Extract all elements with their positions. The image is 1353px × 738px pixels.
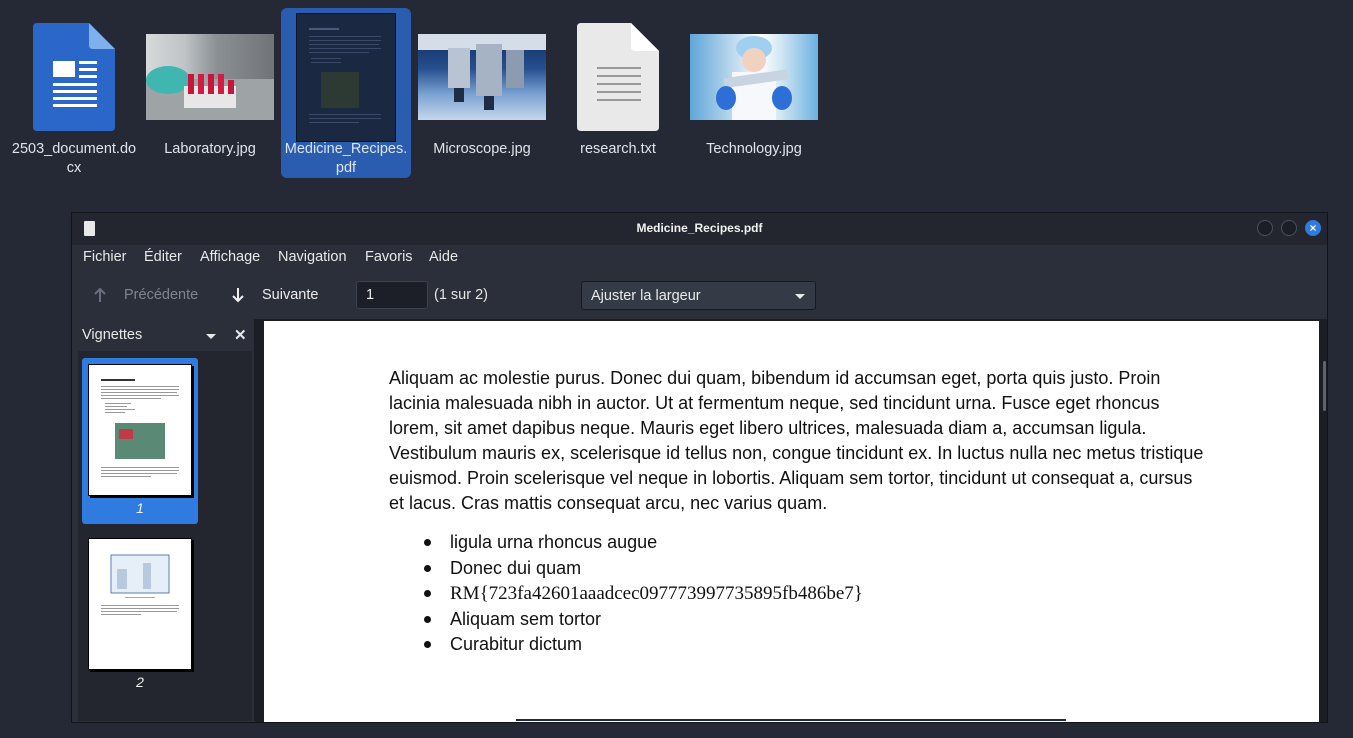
sidebar-mode-dropdown[interactable] (206, 334, 216, 339)
page-thumbnail-image (88, 364, 192, 496)
page-count: (1 sur 2) (434, 287, 488, 303)
desktop-file-label: 2503_document.do cx (11, 141, 137, 176)
sidebar-header: Vignettes ✕ (76, 319, 254, 351)
arrow-up-icon (94, 287, 106, 302)
menu-bar: Fichier Éditer Affichage Navigation Favo… (72, 245, 1327, 271)
title-bar[interactable]: Medicine_Recipes.pdf × (72, 213, 1327, 245)
toolbar: Précédente Suivante (1 sur 2) Ajuster la… (72, 271, 1327, 319)
technology-image-thumbnail (690, 34, 818, 120)
maximize-button[interactable] (1281, 220, 1297, 236)
desktop-file-label: Laboratory.jpg (164, 141, 256, 157)
next-page-label: Suivante (262, 287, 319, 303)
desktop-file-label: Medicine_Recipes. pdf (284, 141, 408, 176)
menu-navigation[interactable]: Navigation (278, 249, 347, 265)
microscope-image-thumbnail (418, 34, 546, 120)
page-number-input[interactable] (356, 281, 428, 309)
page-thumbnail-number: 1 (136, 500, 144, 516)
chevron-down-icon (795, 294, 805, 299)
page-thumbnail-image (88, 538, 192, 670)
text-file-icon (553, 18, 683, 136)
thumbnail-sidebar: Vignettes ✕ 1 2 (76, 319, 255, 721)
close-button[interactable]: × (1305, 220, 1321, 236)
menu-affichage[interactable]: Affichage (200, 249, 260, 265)
desktop-file-research-txt[interactable]: research.txt (553, 8, 683, 178)
page-thumbnail-number: 2 (136, 674, 144, 690)
previous-page-label: Précédente (124, 287, 199, 303)
document-bullet-list: ligula urna rhoncus augue Donec dui quam… (424, 530, 863, 658)
page-thumbnail-2[interactable]: 2 (82, 532, 198, 698)
laboratory-image-thumbnail (146, 34, 274, 120)
list-item: Aliquam sem tortor (424, 607, 863, 633)
list-item: RM{723fa42601aaadcec097773997735895fb486… (424, 581, 863, 607)
document-paragraph: Aliquam ac molestie purus. Donec dui qua… (389, 368, 1204, 513)
desktop-file-label: Microscope.jpg (433, 141, 531, 157)
pdf-viewer-window: Medicine_Recipes.pdf × Fichier Éditer Af… (71, 212, 1328, 723)
list-item: Donec dui quam (424, 556, 863, 582)
desktop-file-2503-document[interactable]: 2503_document.do cx (9, 8, 139, 178)
menu-aide[interactable]: Aide (429, 249, 458, 265)
page-figure-edge (516, 719, 1066, 721)
vertical-scrollbar[interactable] (1323, 361, 1326, 411)
document-view[interactable]: Aliquam ac molestie purus. Donec dui qua… (255, 319, 1327, 722)
docx-file-icon (9, 18, 139, 136)
desktop-file-label: Technology.jpg (706, 141, 802, 157)
zoom-select-value: Ajuster la largeur (591, 288, 701, 304)
menu-favoris[interactable]: Favoris (365, 249, 413, 265)
zoom-select[interactable]: Ajuster la largeur (581, 281, 816, 310)
page-thumbnail-1[interactable]: 1 (82, 358, 198, 524)
menu-editer[interactable]: Éditer (144, 249, 182, 265)
close-icon: × (1309, 221, 1317, 235)
desktop-file-medicine-recipes[interactable]: Medicine_Recipes. pdf (281, 8, 411, 178)
pdf-page: Aliquam ac molestie purus. Donec dui qua… (264, 321, 1319, 722)
desktop-file-microscope[interactable]: Microscope.jpg (417, 8, 547, 178)
sidebar-close-icon[interactable]: ✕ (234, 326, 247, 344)
window-title: Medicine_Recipes.pdf (636, 221, 763, 235)
sidebar-title: Vignettes (82, 327, 143, 343)
menu-fichier[interactable]: Fichier (83, 249, 127, 265)
desktop-file-label: research.txt (580, 141, 656, 157)
list-item: Curabitur dictum (424, 632, 863, 658)
minimize-button[interactable] (1257, 220, 1273, 236)
thumbnail-list: 1 2 (78, 351, 252, 721)
desktop-file-technology[interactable]: Technology.jpg (689, 8, 819, 178)
desktop-file-laboratory[interactable]: Laboratory.jpg (145, 8, 275, 178)
pdf-file-thumbnail (296, 12, 396, 142)
arrow-down-icon (232, 288, 244, 303)
list-item: ligula urna rhoncus augue (424, 530, 863, 556)
